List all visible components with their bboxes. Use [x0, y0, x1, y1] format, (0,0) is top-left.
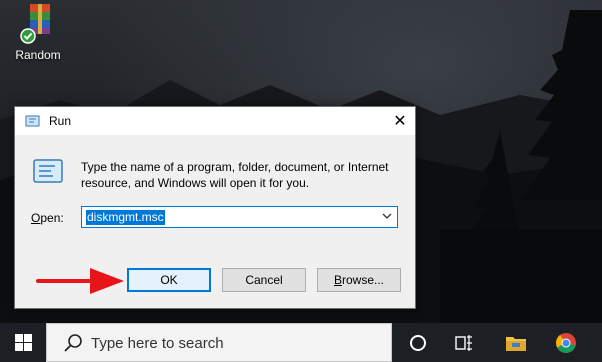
desktop-icon-label: Random [15, 48, 61, 62]
task-view-icon [455, 334, 472, 351]
tree-silhouette [440, 10, 602, 323]
browse-label: rowse... [342, 273, 385, 287]
chevron-down-icon[interactable] [382, 211, 392, 221]
dialog-titlebar[interactable]: Run ✕ [15, 107, 415, 135]
open-combobox[interactable]: diskmgmt.msc [81, 206, 398, 228]
browse-accelerator: B [333, 273, 342, 287]
cancel-button[interactable]: Cancel [222, 268, 306, 292]
search-icon [64, 334, 82, 352]
close-icon[interactable]: ✕ [385, 107, 415, 135]
cortana-circle-icon [410, 334, 426, 351]
open-label-text: pen: [40, 211, 64, 225]
run-program-icon [33, 159, 63, 183]
open-input-value[interactable]: diskmgmt.msc [86, 210, 165, 225]
start-button[interactable] [0, 323, 46, 362]
winrar-archive-icon [20, 2, 56, 44]
dialog-title: Run [49, 114, 72, 128]
taskbar-search-box[interactable]: Type here to search [46, 323, 392, 362]
task-view-button[interactable] [444, 323, 484, 362]
folder-icon [506, 336, 526, 351]
windows-logo-icon [14, 334, 32, 351]
browse-button[interactable]: Browse... [317, 268, 401, 292]
chrome-icon [556, 332, 576, 353]
search-placeholder: Type here to search [91, 335, 224, 352]
chrome-button[interactable] [546, 323, 586, 362]
red-arrow-pointer [36, 268, 124, 294]
taskbar: Type here to search [0, 323, 602, 362]
open-label: Open: [31, 211, 64, 225]
open-label-accelerator: O [31, 211, 41, 225]
cortana-button[interactable] [398, 323, 438, 362]
dialog-description: Type the name of a program, folder, docu… [81, 160, 389, 190]
file-explorer-button[interactable] [496, 323, 536, 362]
desktop-icon-random[interactable]: Random [6, 2, 70, 62]
run-icon [25, 115, 40, 127]
ok-button[interactable]: OK [127, 268, 211, 292]
